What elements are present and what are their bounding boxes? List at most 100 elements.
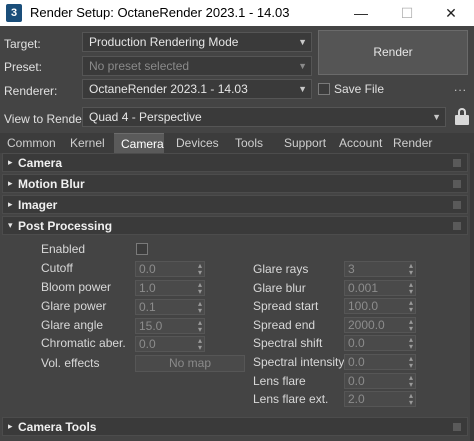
enabled-checkbox[interactable]: [136, 243, 148, 255]
spinner-arrows-icon: ▴ ▾: [408, 317, 413, 333]
rollout-imager[interactable]: ▸ Imager: [2, 195, 468, 214]
tab-common[interactable]: Common: [0, 133, 60, 153]
spinner-arrows-icon: ▴ ▾: [197, 280, 202, 296]
spinner-arrows-icon: ▴ ▾: [408, 391, 413, 407]
expand-arrow-icon: ▸: [8, 199, 13, 209]
glare-blur-spinner[interactable]: 0.001 ▴ ▾: [344, 280, 416, 296]
spectral-intensity-spinner[interactable]: 0.0 ▴ ▾: [344, 354, 416, 370]
rollout-title: Camera Tools: [18, 420, 97, 434]
spinner-arrows-icon: ▴ ▾: [408, 298, 413, 314]
tab-support[interactable]: Support: [276, 133, 328, 153]
save-file-checkbox[interactable]: [318, 83, 330, 95]
chevron-down-icon: ▼: [298, 61, 307, 71]
spinner-arrows-icon: ▴ ▾: [197, 318, 202, 334]
spinner-arrows-icon: ▴ ▾: [408, 373, 413, 389]
expand-arrow-icon: ▸: [8, 178, 13, 188]
glare-angle-spinner[interactable]: 15.0 ▴ ▾: [135, 318, 205, 334]
window-title: Render Setup: OctaneRender 2023.1 - 14.0…: [30, 5, 290, 20]
tab-devices[interactable]: Devices: [168, 133, 220, 153]
rollout-title: Post Processing: [18, 219, 113, 233]
glare-power-spinner[interactable]: 0.1 ▴ ▾: [135, 299, 205, 315]
target-value: Production Rendering Mode: [89, 35, 239, 49]
spinner-arrows-icon: ▴ ▾: [197, 261, 202, 277]
spinner-arrows-icon: ▴ ▾: [197, 336, 202, 352]
rollout-title: Camera: [18, 156, 63, 170]
rollout-handle-icon: [453, 222, 461, 230]
glare-blur-label: Glare blur: [253, 281, 306, 295]
minimize-button[interactable]: —: [338, 0, 384, 26]
spread-end-spinner[interactable]: 2000.0 ▴ ▾: [344, 317, 416, 333]
maximize-button[interactable]: ☐: [384, 0, 430, 26]
lock-icon[interactable]: [455, 108, 469, 126]
spectral-intensity-label: Spectral intensity: [253, 355, 345, 369]
tab-camera[interactable]: Camera: [114, 133, 164, 153]
tab-tools[interactable]: Tools: [226, 133, 270, 153]
rollout-camera[interactable]: ▸ Camera: [2, 153, 468, 172]
preset-dropdown[interactable]: No preset selected ▼: [82, 56, 312, 76]
rollout-camera-tools[interactable]: ▸ Camera Tools: [2, 417, 468, 436]
chromatic-aberration-label: Chromatic aber.: [41, 336, 126, 350]
save-file-label: Save File: [334, 82, 385, 96]
rollout-post-processing[interactable]: ▾ Post Processing: [2, 216, 468, 235]
vol-effects-label: Vol. effects: [41, 356, 100, 370]
lens-flare-ext-spinner[interactable]: 2.0 ▴ ▾: [344, 391, 416, 407]
renderer-label: Renderer:: [4, 84, 58, 98]
spinner-arrows-icon: ▴ ▾: [408, 335, 413, 351]
glare-angle-label: Glare angle: [41, 318, 104, 332]
rollout-handle-icon: [453, 180, 461, 188]
tab-bar: Common Kernel Camera Devices Tools Suppo…: [0, 133, 474, 170]
rollout-handle-icon: [453, 201, 461, 209]
renderer-value: OctaneRender 2023.1 - 14.03: [89, 82, 248, 96]
tab-account[interactable]: Account: [332, 133, 384, 153]
close-button[interactable]: ✕: [428, 0, 474, 26]
chevron-down-icon: ▼: [432, 112, 441, 122]
chevron-down-icon: ▼: [298, 37, 307, 47]
glare-rays-spinner[interactable]: 3 ▴ ▾: [344, 261, 416, 277]
target-dropdown[interactable]: Production Rendering Mode ▼: [82, 32, 312, 52]
expand-arrow-icon: ▸: [8, 157, 13, 167]
lens-flare-label: Lens flare: [253, 374, 306, 388]
rollout-title: Imager: [18, 198, 58, 212]
expand-arrow-icon: ▸: [8, 421, 13, 431]
preset-placeholder: No preset selected: [89, 59, 190, 73]
chevron-down-icon: ▼: [298, 84, 307, 94]
renderer-dropdown[interactable]: OctaneRender 2023.1 - 14.03 ▼: [82, 79, 312, 99]
glare-power-label: Glare power: [41, 299, 107, 313]
view-value: Quad 4 - Perspective: [89, 110, 202, 124]
spinner-arrows-icon: ▴ ▾: [408, 354, 413, 370]
rollout-handle-icon: [453, 423, 461, 431]
spread-start-spinner[interactable]: 100.0 ▴ ▾: [344, 298, 416, 314]
app-icon: 3: [6, 4, 22, 22]
spectral-shift-spinner[interactable]: 0.0 ▴ ▾: [344, 335, 416, 351]
lens-flare-spinner[interactable]: 0.0 ▴ ▾: [344, 373, 416, 389]
spinner-arrows-icon: ▴ ▾: [197, 299, 202, 315]
bloom-power-spinner[interactable]: 1.0 ▴ ▾: [135, 280, 205, 296]
spinner-arrows-icon: ▴ ▾: [408, 261, 413, 277]
collapse-arrow-icon: ▾: [8, 220, 13, 230]
preset-label: Preset:: [4, 60, 43, 74]
target-label: Target:: [4, 37, 41, 51]
title-bar: 3 Render Setup: OctaneRender 2023.1 - 14…: [0, 0, 474, 26]
spectral-shift-label: Spectral shift: [253, 336, 323, 350]
tab-render-elements[interactable]: Render Elements: [386, 133, 474, 170]
rollout-title: Motion Blur: [18, 177, 85, 191]
spread-start-label: Spread start: [253, 299, 319, 313]
cutoff-spinner[interactable]: 0.0 ▴ ▾: [135, 261, 205, 277]
spinner-arrows-icon: ▴ ▾: [408, 280, 413, 296]
enabled-label: Enabled: [41, 242, 86, 256]
vol-effects-map-button[interactable]: No map: [135, 355, 245, 372]
cutoff-label: Cutoff: [41, 261, 73, 275]
bloom-power-label: Bloom power: [41, 280, 112, 294]
panel-scrollbar[interactable]: [470, 153, 474, 441]
spread-end-label: Spread end: [253, 318, 316, 332]
glare-rays-label: Glare rays: [253, 262, 309, 276]
rollout-motion-blur[interactable]: ▸ Motion Blur: [2, 174, 468, 193]
view-to-render-label: View to Render:: [4, 112, 90, 126]
render-button[interactable]: Render: [318, 30, 468, 75]
chromatic-aberration-spinner[interactable]: 0.0 ▴ ▾: [135, 336, 205, 352]
lens-flare-ext-label: Lens flare ext.: [253, 392, 329, 406]
tab-kernel[interactable]: Kernel: [62, 133, 112, 153]
rollout-handle-icon: [453, 159, 461, 167]
view-to-render-dropdown[interactable]: Quad 4 - Perspective ▼: [82, 107, 446, 127]
more-options-button[interactable]: ...: [454, 80, 467, 94]
